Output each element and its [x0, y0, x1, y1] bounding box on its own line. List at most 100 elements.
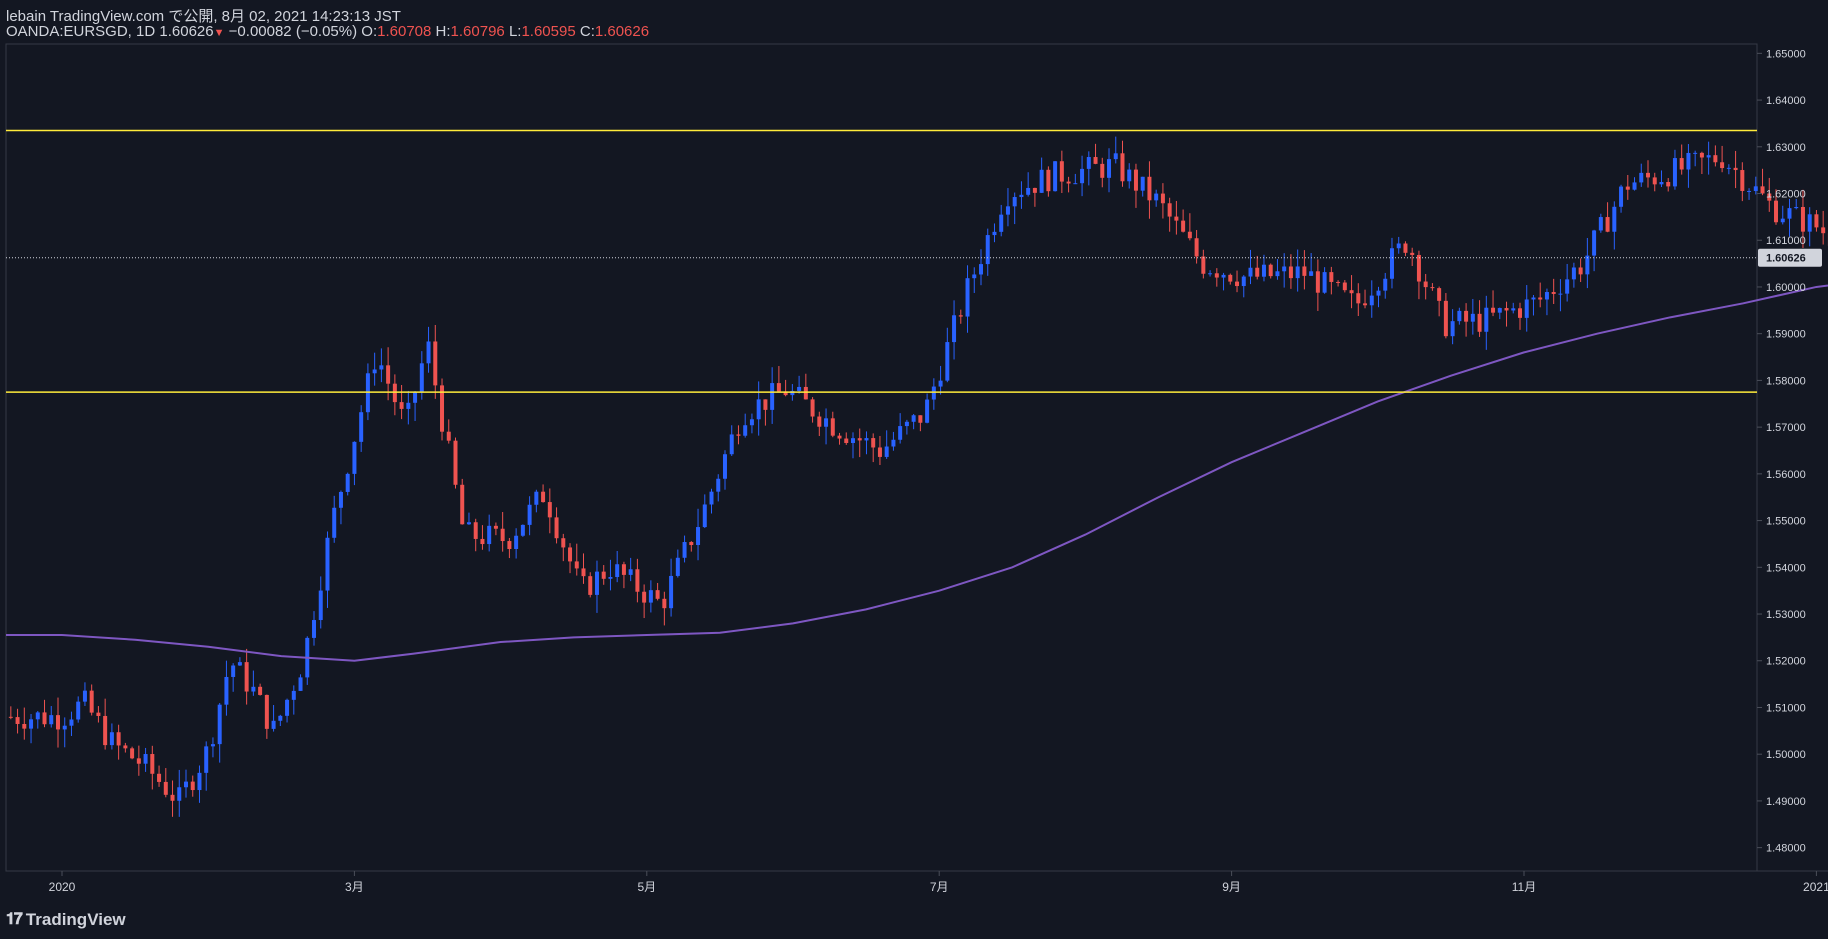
candle-body — [1383, 278, 1388, 291]
candle-body — [271, 720, 276, 729]
candle-body — [1632, 182, 1637, 190]
candle-body — [999, 214, 1004, 232]
candle-body — [1194, 238, 1199, 257]
price-tick-label: 1.50000 — [1766, 749, 1806, 761]
time-tick-label: 11月 — [1512, 880, 1536, 894]
candle-body — [1565, 279, 1570, 294]
candle-body — [648, 590, 653, 603]
candle-body — [1619, 186, 1624, 207]
candle-body — [756, 399, 761, 420]
candle-body — [1524, 299, 1529, 318]
candle-body — [931, 386, 936, 400]
candle-body — [541, 491, 546, 503]
candle-body — [359, 412, 364, 442]
time-tick-label: 3月 — [345, 880, 364, 894]
candle-body — [231, 665, 236, 677]
candle-body — [22, 723, 27, 729]
candle-body — [1693, 152, 1698, 154]
candle-body — [662, 598, 667, 609]
candle-body — [136, 758, 141, 764]
candle-body — [1814, 214, 1819, 228]
candle-body — [433, 341, 438, 386]
candle-body — [507, 541, 512, 550]
candle-body — [204, 746, 209, 773]
candle-body — [1241, 276, 1246, 287]
candle-body — [1416, 254, 1421, 282]
candle-body — [736, 434, 741, 436]
candle-body — [1430, 287, 1435, 289]
candle-body — [1167, 203, 1172, 217]
candle-body — [285, 699, 290, 716]
candle-body — [1235, 281, 1240, 287]
price-tick-label: 1.51000 — [1766, 702, 1806, 714]
candle-body — [69, 719, 74, 726]
candle-body — [298, 677, 303, 691]
candle-body — [776, 383, 781, 392]
candle-body — [554, 517, 559, 539]
candle-body — [824, 418, 829, 427]
candle-body — [1403, 243, 1408, 253]
candle-body — [1376, 290, 1381, 296]
candle-body — [1585, 255, 1590, 275]
candle-body — [945, 342, 950, 381]
candle-body — [749, 419, 754, 426]
candle-body — [1356, 293, 1361, 304]
candle-body — [1174, 216, 1179, 221]
candle-body — [615, 564, 620, 577]
candle-body — [1504, 308, 1509, 311]
candle-body — [345, 473, 350, 492]
candle-body — [184, 781, 189, 788]
candle-body — [338, 491, 343, 508]
candle-body — [1302, 266, 1307, 276]
candle-body — [1666, 182, 1671, 187]
candle-body — [1470, 313, 1475, 322]
price-chart[interactable]: 1.65000 1.64000 1.63000 1.62000 1.61000 1.600… — [0, 0, 1828, 939]
candle-body — [938, 380, 943, 387]
candle-body — [1133, 169, 1138, 191]
price-tick-label: 1.62000 — [1766, 189, 1806, 201]
candle-body — [55, 715, 60, 730]
candle-body — [1093, 157, 1098, 164]
candle-body — [857, 438, 862, 441]
candle-body — [1423, 281, 1428, 288]
candle-body — [15, 717, 20, 724]
candle-body — [850, 438, 855, 443]
candle-body — [197, 772, 202, 791]
candle-body — [1740, 170, 1745, 191]
candle-body — [830, 418, 835, 436]
candle-body — [1181, 220, 1186, 232]
candle-body — [514, 535, 519, 550]
candle-body — [96, 712, 101, 716]
candle-body — [1760, 186, 1765, 194]
candle-body — [1639, 172, 1644, 183]
candle-body — [1336, 281, 1341, 283]
candle-body — [1369, 295, 1374, 306]
time-tick-label: 7月 — [930, 880, 949, 894]
candle-body — [837, 435, 842, 439]
candle-body — [1127, 169, 1132, 182]
candle-body — [103, 715, 108, 746]
candle-body — [1646, 172, 1651, 178]
candle-body — [588, 576, 593, 595]
horizontal-levels[interactable] — [6, 129, 1757, 393]
price-tick-label: 1.58000 — [1766, 375, 1806, 387]
price-tick-label: 1.53000 — [1766, 609, 1806, 621]
candle-body — [1295, 266, 1300, 279]
price-axis[interactable]: 1.65000 1.64000 1.63000 1.62000 1.61000 1.600… — [1757, 48, 1806, 855]
candle-body — [8, 716, 13, 718]
candle-body — [487, 525, 492, 545]
time-axis[interactable]: 20203月5月7月9月11月20213月5月7月9月11月 — [49, 871, 1828, 894]
candle-body — [116, 732, 121, 746]
last-price-tag-label: 1.60626 — [1766, 253, 1806, 265]
candle-body — [1464, 310, 1469, 322]
candle-body — [1026, 187, 1031, 195]
price-tick-label: 1.59000 — [1766, 329, 1806, 341]
time-tick-label: 9月 — [1222, 880, 1241, 894]
candle-body — [157, 773, 162, 782]
price-tick-label: 1.55000 — [1766, 516, 1806, 528]
candle-body — [985, 235, 990, 265]
candle-body — [406, 402, 411, 409]
candle-body — [500, 528, 505, 542]
tradingview-logo[interactable]: 𝟏𝟕 TradingView — [6, 910, 126, 930]
candle-body — [1032, 187, 1037, 193]
